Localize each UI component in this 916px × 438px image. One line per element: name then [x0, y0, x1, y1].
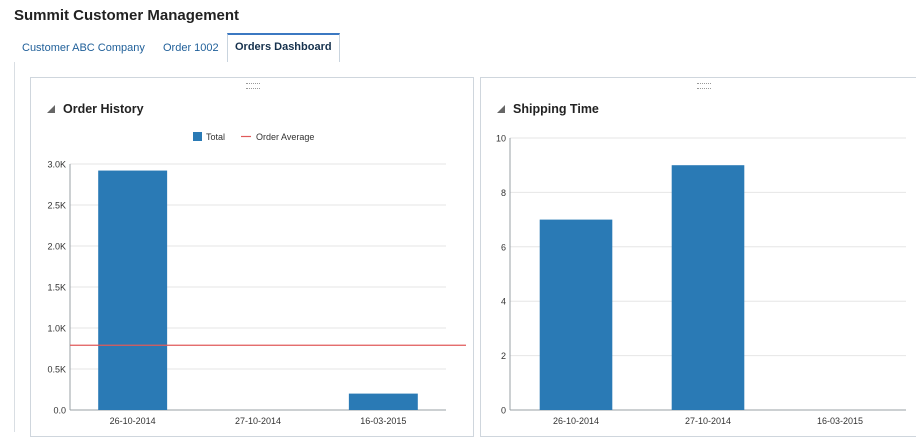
legend-label-total: Total — [206, 132, 225, 142]
x-tick-label: 26-10-2014 — [553, 416, 599, 426]
tab-order-1002[interactable]: Order 1002 — [163, 36, 219, 61]
legend-swatch-total — [193, 132, 202, 141]
y-tick-label: 1.5K — [47, 283, 66, 293]
y-tick-label: 2.5K — [47, 201, 66, 211]
y-tick-label: 4 — [501, 297, 506, 307]
y-tick-label: 10 — [496, 134, 506, 144]
tab-bar: Customer ABC Company Order 1002 Orders D… — [14, 32, 916, 63]
y-tick-label: 6 — [501, 242, 506, 252]
tab-orders-dashboard[interactable]: Orders Dashboard — [227, 33, 340, 63]
x-tick-label: 16-03-2015 — [360, 416, 406, 426]
legend-label-order-average: Order Average — [256, 132, 314, 142]
y-tick-label: 3.0K — [47, 160, 66, 170]
y-tick-label: 8 — [501, 188, 506, 198]
order-history-panel: Order History 0.0 0.5K 1.0K 1.5K 2.0K 2.5K 3.0… — [30, 77, 474, 437]
shipping-time-chart: 0 2 4 6 8 10 26-10-2014 27-10-2014 16-03-2015 — [496, 134, 906, 426]
y-tick-label: 0.5K — [47, 365, 66, 375]
y-tick-label: 2.0K — [47, 242, 66, 252]
order-history-chart: 0.0 0.5K 1.0K 1.5K 2.0K 2.5K 3.0K 26-10-2014 27-… — [47, 132, 466, 426]
y-tick-label: 2 — [501, 351, 506, 361]
x-tick-label: 16-03-2015 — [817, 416, 863, 426]
x-tick-label: 27-10-2014 — [685, 416, 731, 426]
y-tick-label: 1.0K — [47, 324, 66, 334]
app-title: Summit Customer Management — [14, 7, 240, 24]
y-tick-label: 0 — [501, 406, 506, 416]
shipping-time-panel: Shipping Time 0 2 4 6 8 10 26-10-2014 27-10-201… — [480, 77, 916, 437]
x-tick-label: 27-10-2014 — [235, 416, 281, 426]
x-tick-label: 26-10-2014 — [110, 416, 156, 426]
y-tick-label: 0.0 — [53, 406, 66, 416]
bar-16-03-2015 — [348, 393, 418, 410]
tab-customer-abc-company[interactable]: Customer ABC Company — [22, 36, 145, 61]
bar-26-10-2014 — [539, 219, 613, 410]
bar-26-10-2014 — [98, 170, 168, 410]
bar-27-10-2014 — [671, 165, 745, 410]
